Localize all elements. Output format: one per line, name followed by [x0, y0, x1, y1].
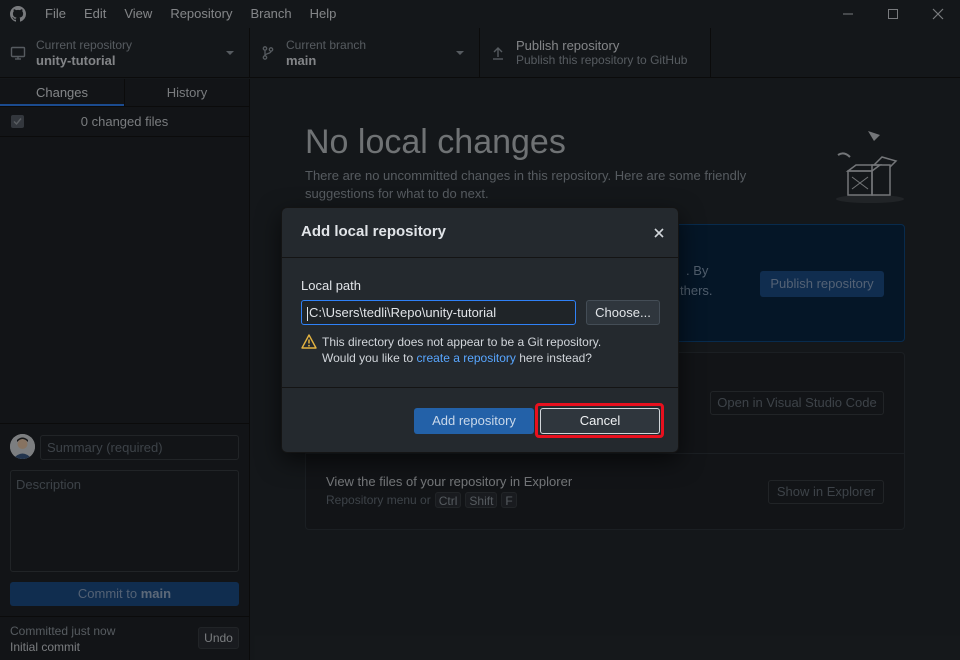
warning-suggestion-prefix: Would you like to: [322, 351, 414, 365]
warning-icon: [301, 334, 317, 349]
local-path-input[interactable]: C:\Users\tedli\Repo\unity-tutorial: [301, 300, 576, 325]
text-caret: [307, 306, 308, 321]
warning-suggestion: Would you like to create a repository he…: [322, 351, 592, 365]
close-icon: [654, 228, 664, 238]
choose-button[interactable]: Choose...: [586, 300, 660, 325]
add-repository-button[interactable]: Add repository: [414, 408, 534, 434]
dialog-title: Add local repository: [301, 223, 447, 240]
cancel-button-highlight: [535, 403, 664, 438]
dialog-close-button[interactable]: [650, 224, 668, 242]
local-path-label: Local path: [301, 278, 361, 293]
create-repository-link[interactable]: create a repository: [417, 351, 516, 365]
local-path-value: C:\Users\tedli\Repo\unity-tutorial: [309, 305, 497, 320]
dialog-body: Local path C:\Users\tedli\Repo\unity-tut…: [282, 258, 678, 388]
warning-suggestion-suffix: here instead?: [519, 351, 592, 365]
warning-message: This directory does not appear to be a G…: [322, 335, 602, 349]
dialog-header: Add local repository: [282, 208, 678, 258]
